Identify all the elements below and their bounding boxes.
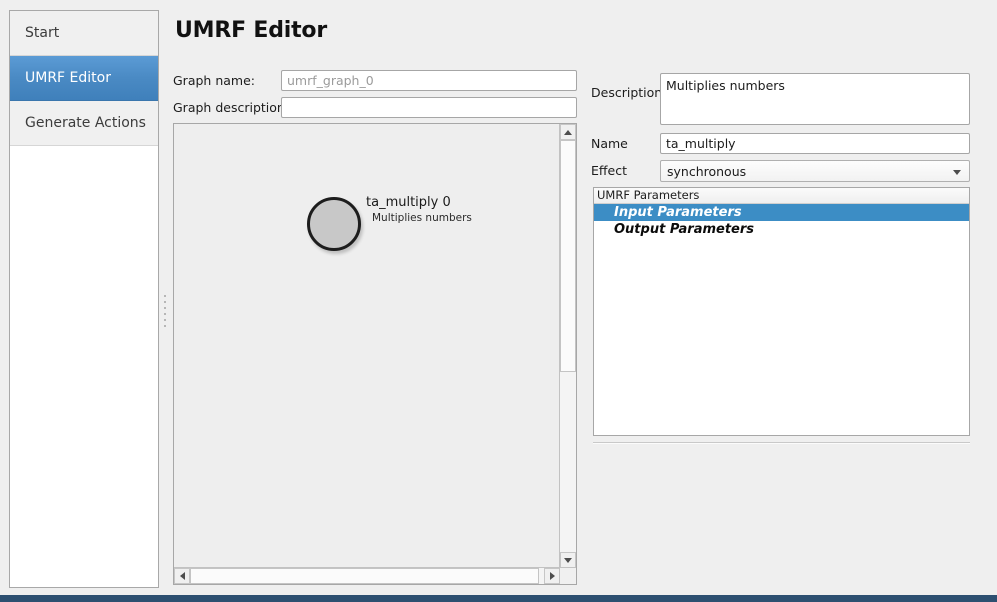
effect-selected-value: synchronous [667, 164, 747, 179]
scroll-left-button[interactable] [174, 568, 190, 584]
graph-name-input[interactable] [281, 70, 577, 91]
triangle-right-icon [549, 572, 555, 580]
sidebar-item-umrf-editor[interactable]: UMRF Editor [10, 56, 158, 101]
graph-node-circle-icon[interactable] [307, 197, 361, 251]
tree-row-output-parameters[interactable]: Output Parameters [594, 221, 969, 238]
description-label: Description [591, 85, 663, 100]
sidebar-item-label: Start [25, 25, 60, 41]
graph-description-row: Graph description: [173, 97, 577, 118]
chevron-down-icon [953, 170, 961, 175]
effect-dropdown[interactable]: synchronous [660, 160, 970, 182]
graph-description-label: Graph description: [173, 100, 290, 115]
tree-row-input-parameters[interactable]: Input Parameters [594, 204, 969, 221]
graph-name-row: Graph name: [173, 70, 577, 91]
effect-label: Effect [591, 163, 627, 178]
graph-canvas-frame: ta_multiply 0 Multiplies numbers [173, 123, 577, 585]
panel-separator [593, 442, 970, 444]
scroll-up-button[interactable] [560, 124, 576, 140]
vertical-scrollbar-thumb[interactable] [560, 140, 576, 372]
bottom-status-bar [0, 595, 997, 602]
description-textarea[interactable] [660, 73, 970, 125]
tree-row-label: Output Parameters [614, 222, 755, 237]
graph-canvas[interactable]: ta_multiply 0 Multiplies numbers [174, 124, 560, 568]
triangle-up-icon [564, 129, 572, 135]
graph-name-label: Graph name: [173, 73, 255, 88]
scroll-down-button[interactable] [560, 552, 576, 568]
graph-node-title: ta_multiply 0 [366, 195, 451, 210]
main-content: UMRF Editor Graph name: Graph descriptio… [171, 0, 997, 602]
graph-vertical-scrollbar[interactable] [559, 124, 576, 568]
horizontal-scrollbar-thumb[interactable] [190, 568, 539, 584]
graph-node-subtitle: Multiplies numbers [372, 212, 472, 224]
sidebar-item-generate-actions[interactable]: Generate Actions [10, 101, 158, 146]
umrf-parameters-tree[interactable]: UMRF Parameters Input Parameters Output … [593, 187, 970, 436]
graph-horizontal-scrollbar[interactable] [174, 567, 560, 584]
sidebar-item-label: Generate Actions [25, 115, 146, 131]
sidebar-splitter-handle[interactable] [160, 10, 171, 588]
scrollbar-corner [559, 567, 576, 584]
scroll-right-button[interactable] [544, 568, 560, 584]
triangle-down-icon [564, 557, 572, 563]
name-label: Name [591, 136, 628, 151]
sidebar: Start UMRF Editor Generate Actions [9, 10, 159, 588]
splitter-grip-icon [164, 295, 167, 329]
graph-description-input[interactable] [281, 97, 577, 118]
sidebar-item-start[interactable]: Start [10, 11, 158, 56]
tree-column-header[interactable]: UMRF Parameters [594, 188, 969, 204]
page-title: UMRF Editor [175, 18, 327, 43]
tree-row-label: Input Parameters [614, 205, 742, 220]
sidebar-item-label: UMRF Editor [25, 70, 111, 86]
name-input[interactable] [660, 133, 970, 154]
triangle-left-icon [179, 572, 185, 580]
